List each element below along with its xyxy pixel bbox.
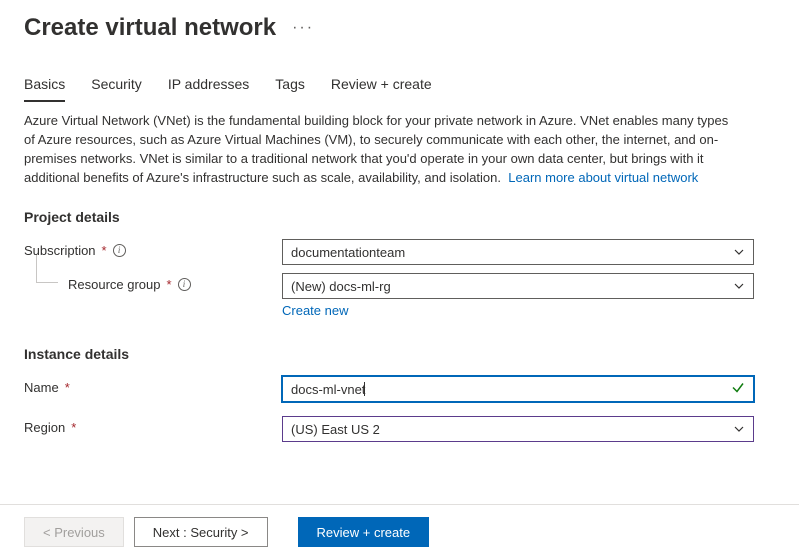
tab-tags[interactable]: Tags xyxy=(275,76,305,102)
description-text: Azure Virtual Network (VNet) is the fund… xyxy=(0,102,760,203)
page-title: Create virtual network xyxy=(24,14,276,42)
tab-security[interactable]: Security xyxy=(91,76,142,102)
label-region-text: Region xyxy=(24,420,65,435)
text-caret xyxy=(364,382,365,396)
footer-bar: < Previous Next : Security > Review + cr… xyxy=(0,504,799,559)
label-subscription: Subscription * i xyxy=(24,239,282,258)
label-region: Region * xyxy=(24,416,282,435)
subscription-select[interactable]: documentationteam xyxy=(282,239,754,265)
label-name: Name * xyxy=(24,376,282,395)
name-input[interactable]: docs-ml-vnet xyxy=(282,376,754,402)
section-project-details: Project details xyxy=(0,203,799,235)
required-asterisk: * xyxy=(102,243,107,258)
resource-group-value: (New) docs-ml-rg xyxy=(291,279,391,294)
create-new-link[interactable]: Create new xyxy=(282,303,348,318)
tab-review-create[interactable]: Review + create xyxy=(331,76,432,102)
label-resource-group: Resource group * i xyxy=(24,273,282,292)
required-asterisk: * xyxy=(167,277,172,292)
tab-ip-addresses[interactable]: IP addresses xyxy=(168,76,249,102)
subscription-value: documentationteam xyxy=(291,245,405,260)
region-select[interactable]: (US) East US 2 xyxy=(282,416,754,442)
label-name-text: Name xyxy=(24,380,59,395)
info-icon[interactable]: i xyxy=(113,244,126,257)
section-instance-details: Instance details xyxy=(0,340,799,372)
tab-basics[interactable]: Basics xyxy=(24,76,65,102)
tree-connector xyxy=(36,255,58,283)
required-asterisk: * xyxy=(71,420,76,435)
next-button[interactable]: Next : Security > xyxy=(134,517,268,547)
label-resource-group-text: Resource group xyxy=(68,277,161,292)
chevron-down-icon xyxy=(733,423,745,435)
chevron-down-icon xyxy=(733,280,745,292)
more-actions-button[interactable]: ··· xyxy=(292,19,314,37)
required-asterisk: * xyxy=(65,380,70,395)
resource-group-select[interactable]: (New) docs-ml-rg xyxy=(282,273,754,299)
info-icon[interactable]: i xyxy=(178,278,191,291)
review-create-button[interactable]: Review + create xyxy=(298,517,430,547)
checkmark-icon xyxy=(731,381,745,398)
previous-button: < Previous xyxy=(24,517,124,547)
region-value: (US) East US 2 xyxy=(291,422,380,437)
tab-bar: Basics Security IP addresses Tags Review… xyxy=(0,52,799,102)
label-subscription-text: Subscription xyxy=(24,243,96,258)
chevron-down-icon xyxy=(733,246,745,258)
learn-more-link[interactable]: Learn more about virtual network xyxy=(508,170,698,185)
name-value: docs-ml-vnet xyxy=(291,382,365,397)
